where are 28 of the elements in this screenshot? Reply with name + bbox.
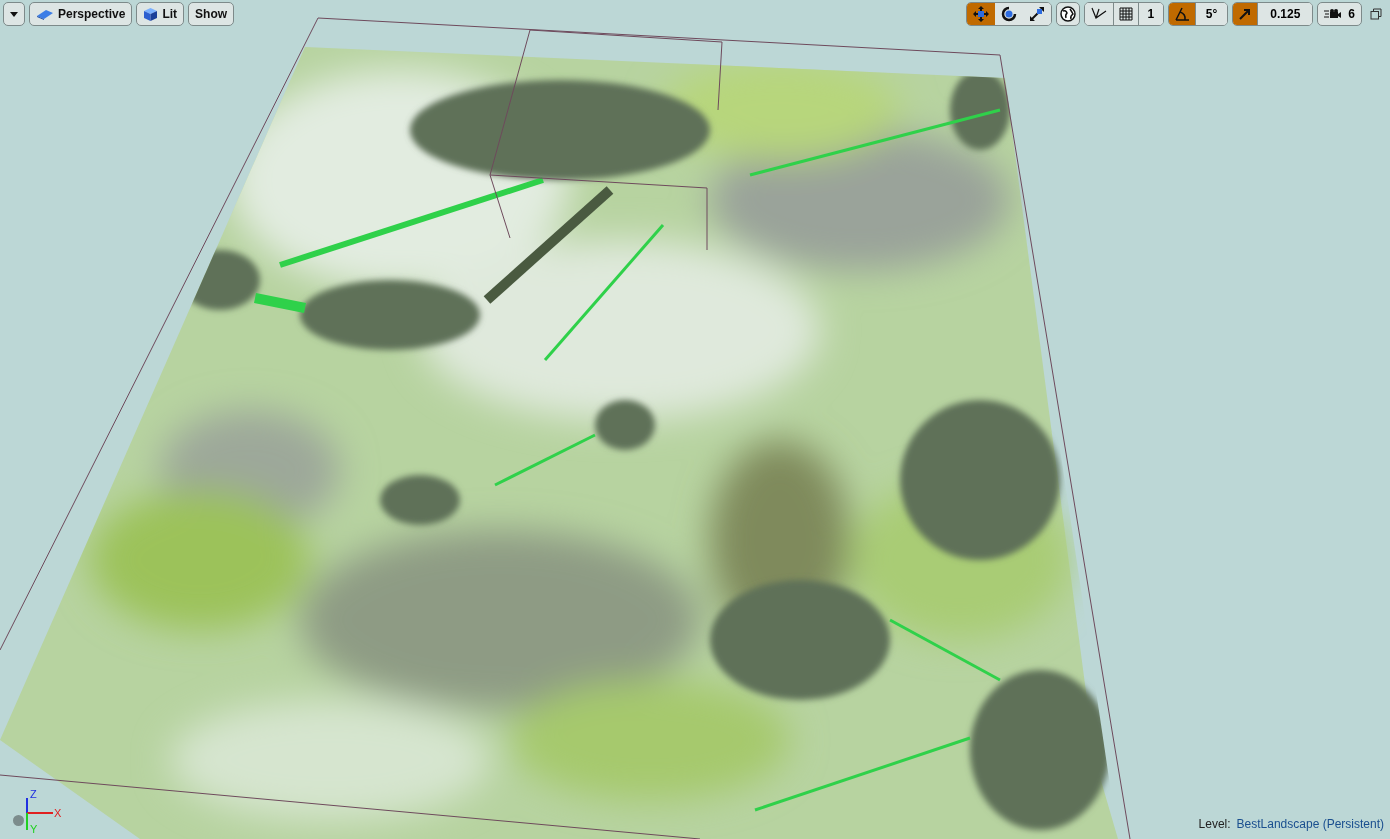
surface-snap-icon [1089, 6, 1108, 22]
show-button[interactable]: Show [188, 2, 235, 26]
scale-icon [1027, 5, 1046, 23]
lit-button[interactable]: Lit [136, 2, 185, 26]
move-icon [971, 5, 990, 23]
world-coordinates-button[interactable] [1055, 2, 1080, 26]
axis-x-label: X [54, 808, 62, 819]
camera-speed-button[interactable]: 6 [1317, 2, 1362, 26]
rotate-icon [999, 5, 1018, 23]
axis-z-label: Z [30, 789, 37, 800]
camera-icon [36, 8, 54, 20]
surface-snap-button[interactable] [1084, 3, 1114, 25]
cube-icon [143, 6, 159, 22]
angle-icon [1173, 6, 1190, 22]
video-camera-icon [1324, 8, 1343, 20]
scale-snap-button[interactable] [1233, 3, 1259, 25]
perspective-button[interactable]: Perspective [29, 2, 133, 26]
grid-icon [1118, 7, 1133, 21]
axis-y-label: Y [30, 824, 38, 835]
scale-arrow-icon [1238, 7, 1253, 21]
globe-icon [1059, 6, 1076, 22]
level-label: Level: [1198, 816, 1231, 833]
restore-icon [1370, 8, 1382, 20]
rotation-snap-button[interactable] [1168, 3, 1196, 25]
move-mode-button[interactable] [966, 3, 995, 25]
options-dropdown-button[interactable] [3, 2, 25, 26]
caret-icon [10, 11, 18, 17]
level-name: BestLandscape (Persistent) [1236, 816, 1384, 833]
